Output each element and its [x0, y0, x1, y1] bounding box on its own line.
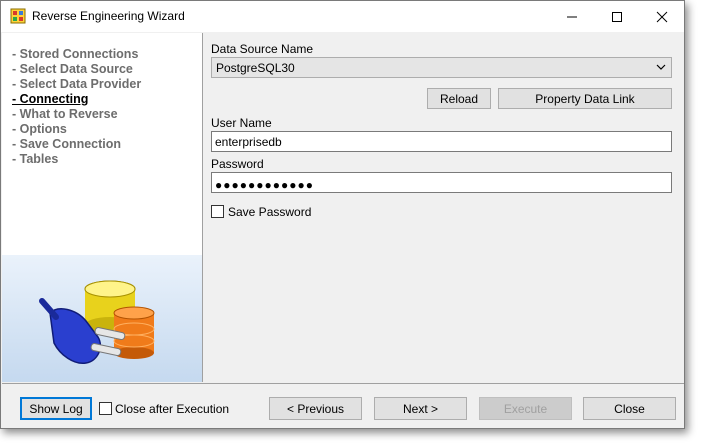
password-label: Password: [211, 157, 264, 171]
wizard-step-connecting: - Connecting: [12, 92, 89, 106]
previous-button[interactable]: < Previous: [269, 397, 362, 420]
data-source-value: PostgreSQL30: [216, 61, 295, 75]
data-source-select[interactable]: PostgreSQL30: [211, 57, 672, 78]
connection-panel: Data Source Name PostgreSQL30 Reload Pro…: [203, 33, 684, 382]
data-source-label: Data Source Name: [211, 42, 314, 56]
minimize-icon: [566, 16, 577, 17]
close-button[interactable]: Close: [583, 397, 676, 420]
user-name-input[interactable]: [211, 131, 672, 152]
wizard-steps-list: - Stored Connections - Select Data Source…: [12, 47, 141, 167]
save-password-label[interactable]: Save Password: [228, 205, 311, 219]
password-mask: ●●●●●●●●●●●●: [215, 178, 314, 192]
chevron-down-icon: [656, 64, 666, 70]
wizard-step-stored-connections: - Stored Connections: [12, 47, 139, 61]
close-window-button[interactable]: [639, 1, 684, 32]
wizard-step-options: - Options: [12, 122, 67, 136]
window-title: Reverse Engineering Wizard: [32, 9, 185, 23]
show-log-button[interactable]: Show Log: [20, 397, 92, 420]
wizard-step-tables: - Tables: [12, 152, 59, 166]
wizard-window: Reverse Engineering Wizard - Stored Conn…: [0, 0, 685, 429]
wizard-illustration: [2, 255, 202, 382]
user-name-label: User Name: [211, 116, 272, 130]
maximize-button[interactable]: [594, 1, 639, 32]
maximize-icon: [611, 11, 622, 22]
title-bar[interactable]: Reverse Engineering Wizard: [1, 1, 684, 32]
close-after-execution-checkbox[interactable]: [99, 402, 112, 415]
save-password-checkbox[interactable]: [211, 205, 224, 218]
wizard-step-what-to-reverse: - What to Reverse: [12, 107, 118, 121]
wizard-steps-panel: - Stored Connections - Select Data Source…: [2, 33, 203, 382]
execute-button[interactable]: Execute: [479, 397, 572, 420]
wizard-step-select-data-source: - Select Data Source: [12, 62, 133, 76]
database-wizard-icon: [10, 8, 26, 24]
minimize-button[interactable]: [549, 1, 594, 32]
reload-button[interactable]: Reload: [427, 88, 491, 109]
wizard-footer: Show Log Close after Execution < Previou…: [2, 383, 684, 428]
wizard-step-select-data-provider: - Select Data Provider: [12, 77, 142, 91]
property-data-link-button[interactable]: Property Data Link: [498, 88, 672, 109]
database-plug-icon: [39, 280, 155, 364]
next-button[interactable]: Next >: [374, 397, 467, 420]
wizard-step-save-connection: - Save Connection: [12, 137, 122, 151]
password-input[interactable]: ●●●●●●●●●●●●: [211, 172, 672, 193]
close-icon: [656, 11, 667, 22]
close-after-execution-label[interactable]: Close after Execution: [115, 402, 229, 416]
